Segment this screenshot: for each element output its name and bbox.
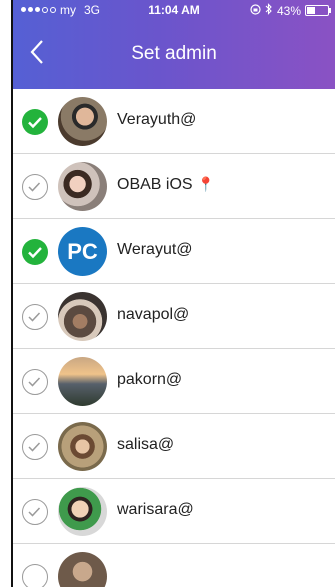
checkmark-icon <box>28 442 41 452</box>
status-bar: my 3G 11:04 AM 43% <box>13 0 335 22</box>
user-name: OBAB iOS 📍 <box>117 176 215 193</box>
pc-avatar: PC <box>58 227 107 276</box>
app-screen: my 3G 11:04 AM 43% Set admin Verayuth@ O… <box>13 0 335 587</box>
checkbox[interactable] <box>22 564 48 587</box>
header: my 3G 11:04 AM 43% Set admin <box>13 0 335 89</box>
avatar <box>58 162 107 211</box>
avatar-initials: PC <box>67 239 98 264</box>
battery-icon <box>305 5 331 16</box>
checkmark-icon <box>28 312 41 322</box>
status-right: 43% <box>250 3 331 18</box>
user-name: warisara@ <box>117 501 194 518</box>
user-name: pakorn@ <box>117 371 183 388</box>
user-name: Verayuth@ <box>117 111 197 128</box>
rotation-lock-icon <box>250 3 261 18</box>
bluetooth-icon <box>265 3 273 18</box>
battery-percent: 43% <box>276 3 301 18</box>
user-row[interactable]: Verayuth@ <box>13 89 335 154</box>
checkbox[interactable] <box>22 174 48 200</box>
checkbox[interactable] <box>22 369 48 395</box>
user-row[interactable]: OBAB iOS 📍 <box>13 154 335 219</box>
user-name: Werayut@ <box>117 241 193 258</box>
screen-left-edge <box>0 0 13 587</box>
checkmark-icon <box>28 507 41 517</box>
user-row[interactable]: salisa@ <box>13 414 335 479</box>
checkbox[interactable] <box>22 499 48 525</box>
checkmark-icon <box>28 247 42 259</box>
pin-icon: 📍 <box>197 176 215 192</box>
checkbox[interactable] <box>22 434 48 460</box>
user-name: navapol@ <box>117 306 190 323</box>
user-row[interactable] <box>13 544 335 587</box>
checkbox[interactable] <box>22 109 48 135</box>
avatar <box>58 97 107 146</box>
user-list: Verayuth@ OBAB iOS 📍 PC Werayut@ navapol… <box>13 89 335 587</box>
user-row[interactable]: pakorn@ <box>13 349 335 414</box>
user-row[interactable]: PC Werayut@ <box>13 219 335 284</box>
checkbox[interactable] <box>22 304 48 330</box>
avatar <box>58 292 107 341</box>
user-row[interactable]: warisara@ <box>13 479 335 544</box>
checkmark-icon <box>28 182 41 192</box>
avatar <box>58 357 107 406</box>
user-row[interactable]: navapol@ <box>13 284 335 349</box>
checkbox[interactable] <box>22 239 48 265</box>
checkmark-icon <box>28 377 41 387</box>
page-title: Set admin <box>131 43 217 64</box>
nav-bar: Set admin <box>13 30 335 80</box>
avatar <box>58 552 107 587</box>
user-name: salisa@ <box>117 436 175 453</box>
avatar <box>58 422 107 471</box>
checkmark-icon <box>28 117 42 129</box>
avatar <box>58 487 107 536</box>
